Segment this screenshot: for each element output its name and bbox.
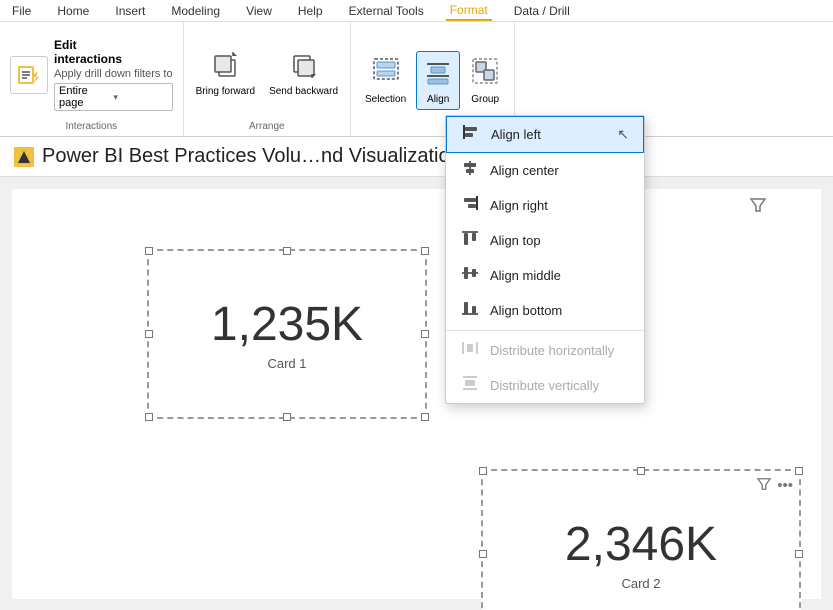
- interactions-section: Edit interactions Apply drill down filte…: [0, 22, 184, 136]
- menu-data-drill[interactable]: Data / Drill: [510, 2, 574, 20]
- menu-external-tools[interactable]: External Tools: [345, 2, 428, 20]
- ribbon: Edit interactions Apply drill down filte…: [0, 22, 833, 137]
- apply-dropdown[interactable]: Entire page ▾: [54, 83, 173, 111]
- apply-arrow-icon: ▾: [113, 92, 167, 103]
- bring-forward-button[interactable]: Bring forward: [192, 46, 259, 101]
- align-middle-option[interactable]: Align middle: [446, 258, 644, 293]
- align-button[interactable]: Align: [416, 51, 460, 110]
- selection-icon: [371, 56, 401, 94]
- resize-handle-bm[interactable]: [283, 413, 291, 421]
- cursor-indicator: ↖: [617, 126, 629, 143]
- group-button[interactable]: Group: [464, 52, 506, 109]
- align-top-label: Align top: [490, 233, 541, 248]
- resize-handle-tr[interactable]: [421, 247, 429, 255]
- distribute-vertically-label: Distribute vertically: [490, 378, 599, 393]
- resize-handle-br[interactable]: [421, 413, 429, 421]
- card2-resize-handle-ml[interactable]: [479, 550, 487, 558]
- resize-handle-ml[interactable]: [145, 330, 153, 338]
- align-bottom-icon: [460, 300, 480, 321]
- distribute-horizontal-icon: [460, 340, 480, 361]
- card2-resize-handle-tm[interactable]: [637, 467, 645, 475]
- card2-resize-handle-mr[interactable]: [795, 550, 803, 558]
- menu-insert[interactable]: Insert: [111, 2, 149, 20]
- menu-file[interactable]: File: [8, 2, 35, 20]
- card2-value: 2,346K: [565, 517, 717, 572]
- menu-format[interactable]: Format: [446, 1, 492, 21]
- menu-home[interactable]: Home: [53, 2, 93, 20]
- align-top-icon: [460, 230, 480, 251]
- card2: ••• 2,346K Card 2: [481, 469, 801, 610]
- selection-button[interactable]: Selection: [359, 52, 412, 109]
- align-bottom-label: Align bottom: [490, 303, 562, 318]
- bring-forward-label: Bring forward: [196, 86, 255, 97]
- edit-interactions-button[interactable]: [10, 56, 48, 94]
- group-icon: [470, 56, 500, 94]
- menu-view[interactable]: View: [242, 2, 276, 20]
- align-left-option[interactable]: Align left ↖: [446, 116, 644, 153]
- dropdown-divider: [446, 330, 644, 331]
- card1-label: Card 1: [267, 356, 306, 371]
- card1-value: 1,235K: [211, 297, 363, 352]
- arrange-buttons: Bring forward Send backward: [192, 26, 342, 121]
- align-dropdown: Align left ↖ Align center Align right: [445, 115, 645, 404]
- distribute-horizontally-label: Distribute horizontally: [490, 343, 614, 358]
- interactions-right: Edit interactions Apply drill down filte…: [54, 38, 173, 111]
- align-left-label: Align left: [491, 127, 541, 142]
- arrange-section: Bring forward Send backward Arrange: [184, 22, 351, 136]
- align-icon: [423, 56, 453, 94]
- align-left-icon: [461, 124, 481, 145]
- interactions-icon: [15, 61, 43, 89]
- card1: 1,235K Card 1: [147, 249, 427, 419]
- apply-label: Apply drill down filters to: [54, 68, 173, 80]
- distribute-vertically-option: Distribute vertically: [446, 368, 644, 403]
- align-middle-icon: [460, 265, 480, 286]
- align-center-option[interactable]: Align center: [446, 153, 644, 188]
- align-right-label: Align right: [490, 198, 548, 213]
- align-center-label: Align center: [490, 163, 559, 178]
- align-middle-label: Align middle: [490, 268, 561, 283]
- edit-interactions-label2: interactions: [54, 52, 173, 66]
- group-label: Group: [471, 94, 499, 105]
- apply-value: Entire page: [59, 85, 113, 109]
- edit-interactions-label: Edit: [54, 38, 173, 52]
- resize-handle-bl[interactable]: [145, 413, 153, 421]
- align-right-icon: [460, 195, 480, 216]
- menu-modeling[interactable]: Modeling: [167, 2, 224, 20]
- card2-more-icon[interactable]: •••: [777, 477, 793, 494]
- menu-help[interactable]: Help: [294, 2, 327, 20]
- interactions-section-label: Interactions: [65, 121, 117, 134]
- canvas-area: Power BI Best Practices Volu…nd Visualiz…: [0, 137, 833, 610]
- main-layout: Power BI Best Practices Volu…nd Visualiz…: [0, 137, 833, 610]
- page-title: Power BI Best Practices Volu…nd Visualiz…: [42, 145, 450, 168]
- selection-label: Selection: [365, 94, 406, 105]
- card2-label: Card 2: [621, 576, 660, 591]
- send-backward-label: Send backward: [269, 86, 338, 97]
- card2-filter-icon[interactable]: [757, 477, 771, 494]
- align-bottom-option[interactable]: Align bottom: [446, 293, 644, 328]
- resize-handle-tm[interactable]: [283, 247, 291, 255]
- align-top-option[interactable]: Align top: [446, 223, 644, 258]
- send-backward-icon: [290, 50, 318, 86]
- bring-forward-icon: [211, 50, 239, 86]
- resize-handle-tl[interactable]: [145, 247, 153, 255]
- send-backward-button[interactable]: Send backward: [265, 46, 342, 101]
- align-right-option[interactable]: Align right: [446, 188, 644, 223]
- filter-icon[interactable]: [750, 197, 766, 218]
- menu-bar: File Home Insert Modeling View Help Exte…: [0, 0, 833, 22]
- align-label: Align: [427, 94, 449, 105]
- distribute-vertical-icon: [460, 375, 480, 396]
- card2-resize-handle-tl[interactable]: [479, 467, 487, 475]
- canvas: 1,235K Card 1 ••• 2,346K Card 2: [12, 189, 821, 599]
- resize-handle-mr[interactable]: [421, 330, 429, 338]
- interactions-top: Edit interactions Apply drill down filte…: [10, 28, 173, 121]
- arrange-section-label: Arrange: [249, 121, 285, 134]
- distribute-horizontally-option: Distribute horizontally: [446, 333, 644, 368]
- card2-resize-handle-tr[interactable]: [795, 467, 803, 475]
- align-center-icon: [460, 160, 480, 181]
